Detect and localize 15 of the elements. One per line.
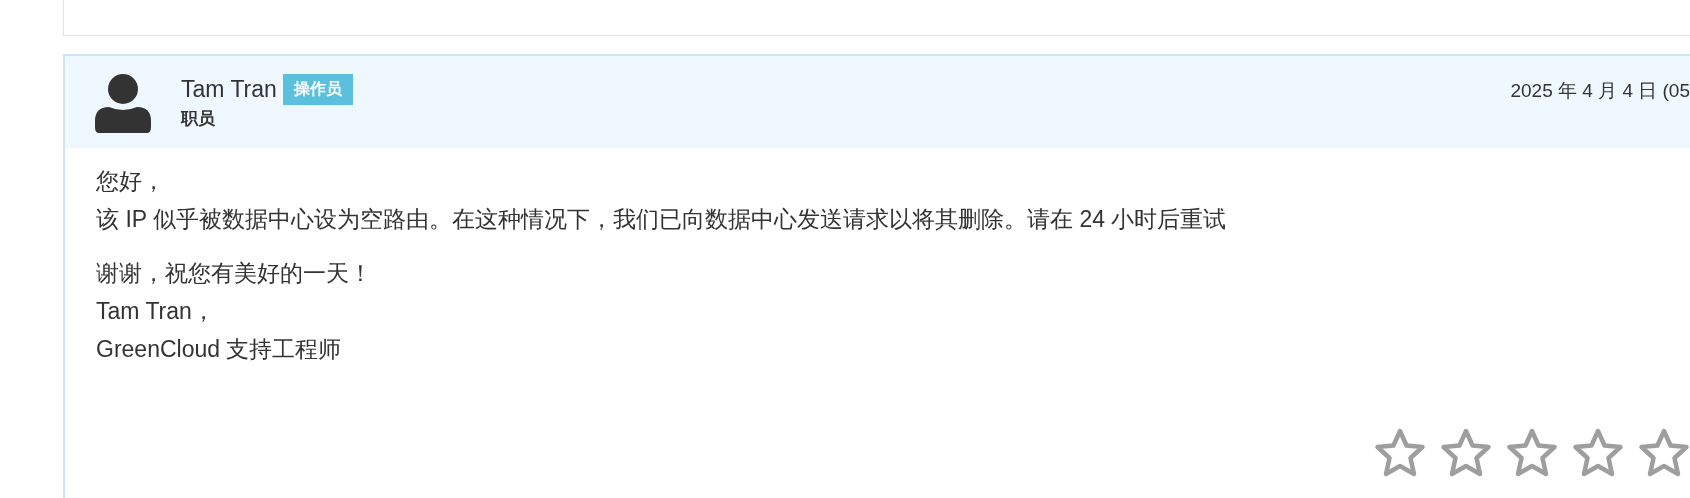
star-icon[interactable] bbox=[1440, 428, 1492, 478]
message-line: GreenCloud 支持工程师 bbox=[96, 335, 342, 364]
message-line: 您好， bbox=[96, 167, 165, 196]
message-line: 谢谢，祝您有美好的一天！ bbox=[96, 259, 372, 288]
reply-date: 2025 年 4 月 4 日 (05 bbox=[1510, 79, 1690, 103]
star-icon[interactable] bbox=[1638, 428, 1690, 478]
role-badge: 操作员 bbox=[282, 74, 353, 105]
message-line: 该 IP 似乎被数据中心设为空路由。在这种情况下，我们已向数据中心发送请求以将其删除。请在 24 小时后重试 bbox=[96, 205, 1227, 234]
author-role: 职员 bbox=[181, 108, 216, 130]
author-name: Tam Tran bbox=[181, 76, 277, 103]
star-icon[interactable] bbox=[1572, 428, 1624, 478]
message-line: Tam Tran， bbox=[96, 297, 215, 326]
star-icon[interactable] bbox=[1506, 428, 1558, 478]
user-icon bbox=[95, 73, 151, 133]
star-icon[interactable] bbox=[1374, 428, 1426, 478]
